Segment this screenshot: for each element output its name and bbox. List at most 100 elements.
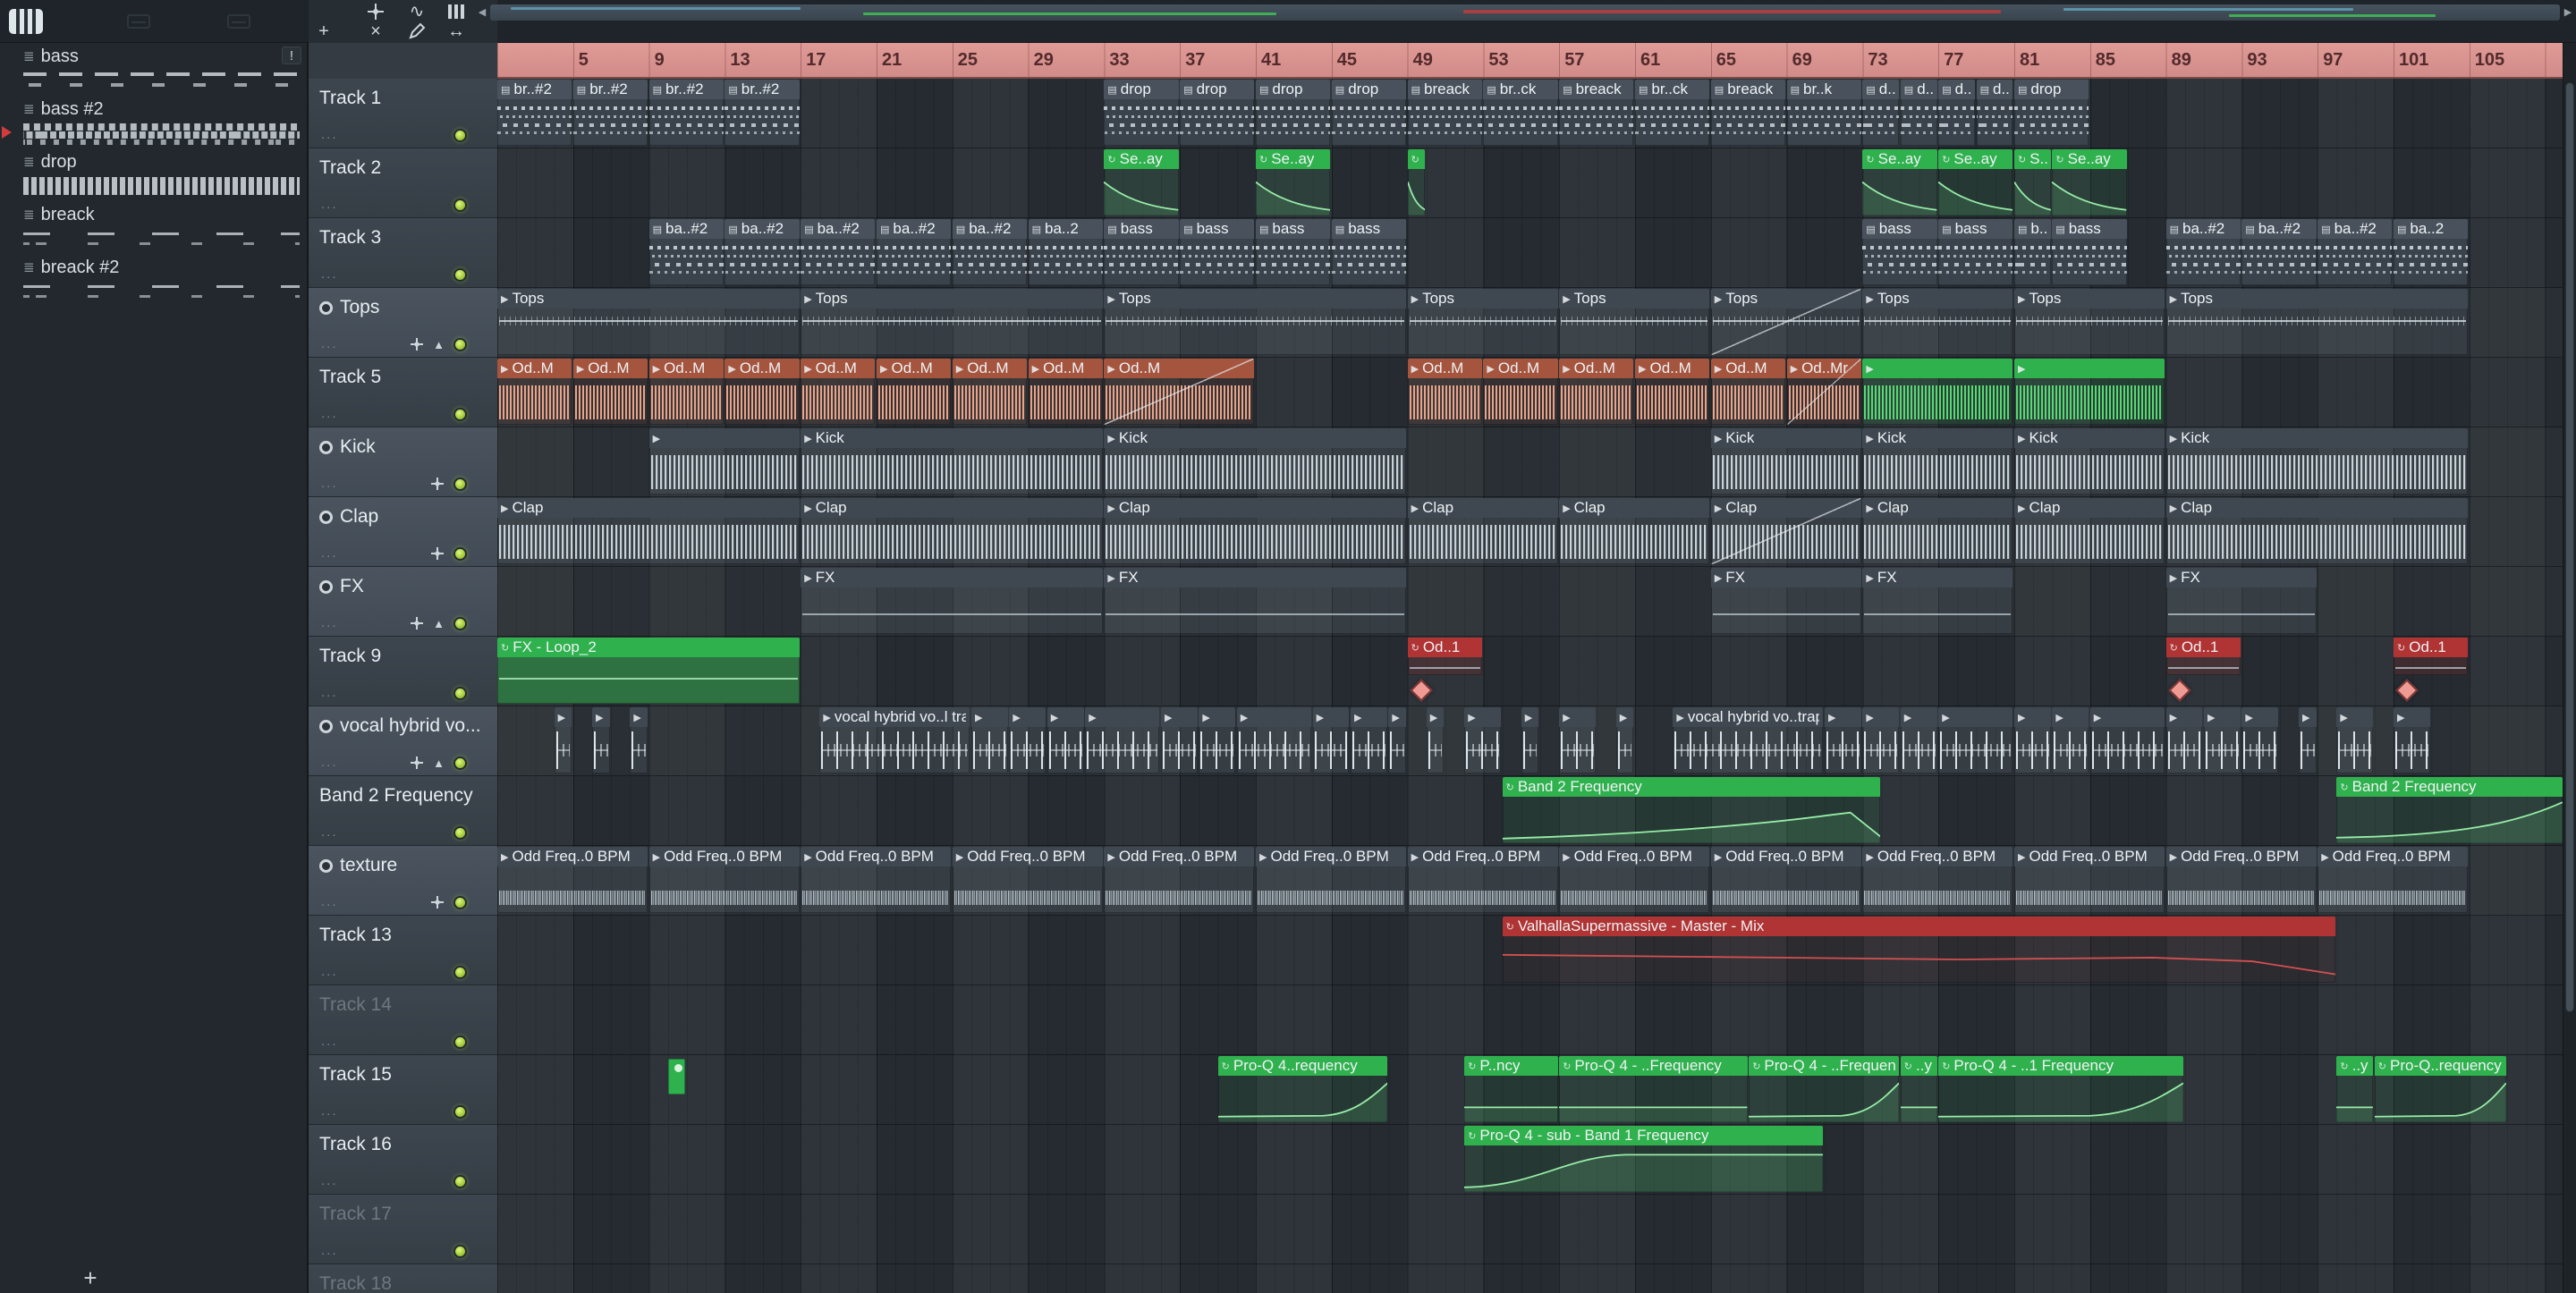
playlist-window-icon[interactable] [9, 9, 43, 34]
picker-add-button[interactable]: + [77, 1266, 104, 1289]
audio-clip[interactable]: ▶ FX [801, 568, 1103, 634]
pattern-clip[interactable]: ▤ br..#2 [497, 80, 572, 146]
audio-clip[interactable]: ▶ FX [1710, 568, 1861, 634]
scroll-left-arrow[interactable]: ◀ [476, 4, 488, 21]
automation-clip[interactable]: ↻ ..y [2336, 1056, 2374, 1122]
track-header[interactable]: Tops... ▲ [309, 288, 497, 358]
audio-orange-clip[interactable]: ▶ Od..M [1483, 359, 1558, 425]
pattern-clip[interactable]: ▤ drop [1180, 80, 1255, 146]
automation-clip[interactable]: ↻ ..y [1900, 1056, 1937, 1122]
automation-clip[interactable]: ↻Pro-Q 4 - ..Frequency [1749, 1056, 1900, 1122]
pattern-clip[interactable]: ▤ bass [1256, 219, 1331, 285]
pattern-clip[interactable]: ▤ ba..#2 [2241, 219, 2317, 285]
track-led[interactable] [453, 268, 467, 282]
audio-clip[interactable]: ▶ [630, 707, 648, 773]
pattern-clip[interactable]: ▤ br..#2 [648, 80, 724, 146]
automation-clip[interactable]: ↻ Se..ay [1938, 149, 2013, 216]
track-led[interactable] [453, 337, 467, 351]
pattern-clip[interactable]: ▤ br..ck [1483, 80, 1558, 146]
automation-clip[interactable]: ↻ Pro-Q 4..requency [1217, 1056, 1387, 1122]
audio-clip[interactable]: ▶ Kick [801, 428, 1103, 494]
audio-clip[interactable]: ▶ [2165, 707, 2203, 773]
audio-orange-clip[interactable]: ▶ Od..M [1104, 359, 1255, 425]
audio-orange-clip[interactable]: ▶ Od..M [497, 359, 572, 425]
audio-clip[interactable]: ▶ Odd Freq..0 BPM [1407, 847, 1558, 913]
stretch-tool-icon[interactable]: ↔ [445, 21, 468, 41]
track-header[interactable]: Band 2 Frequency... [309, 776, 497, 846]
scrollbar-thumb[interactable] [2565, 82, 2574, 1012]
track-controls-icon[interactable] [410, 337, 424, 351]
audio-clip[interactable]: ▶ Tops [1559, 289, 1710, 355]
collapse-arrow-icon[interactable]: ▲ [433, 617, 445, 630]
playlist-track-row[interactable]: ▶ Clap ▶ Clap ▶ Clap ▶ Clap ▶ Clap ▶ Clap ▶ Clap ▶ Clap… [497, 497, 2563, 567]
pattern-clip[interactable]: ▤ drop [1331, 80, 1407, 146]
audio-clip[interactable]: ▶ [1009, 707, 1046, 773]
add-pattern-button[interactable]: + [312, 21, 335, 41]
track-led[interactable] [453, 1245, 467, 1258]
automation-clip[interactable]: ↻ Se..ay [1862, 149, 1937, 216]
automation-clip[interactable]: ↻ Band 2 Frequency [2336, 777, 2563, 843]
audio-clip[interactable]: ▶ [1312, 707, 1350, 773]
automation-clip[interactable]: ↻ Pro-Q 4 - ..1 Frequency [1938, 1056, 2184, 1122]
audio-clip[interactable]: ▶ [1521, 707, 1539, 773]
audio-clip[interactable]: ▶ Odd Freq..0 BPM [1256, 847, 1407, 913]
audio-clip[interactable]: ▶ [1351, 707, 1387, 773]
red-clip[interactable]: ↻ Od..1 [1407, 638, 1482, 702]
track-controls-icon[interactable] [430, 477, 445, 491]
audio-clip[interactable]: ▶ [2204, 707, 2241, 773]
pattern-clip[interactable]: ▤ bass [1180, 219, 1255, 285]
playlist-track-row[interactable]: ↻ Pro-Q 4 - sub - Band 1 Frequency [497, 1125, 2563, 1195]
audio-orange-clip[interactable]: ▶ Od..Mr [1786, 359, 1861, 425]
pattern-clip[interactable]: ▤d..p [1938, 80, 1976, 146]
audio-clip[interactable]: ▶ Tops [1407, 289, 1558, 355]
pattern-clip[interactable]: ▤ ba..2 [1028, 219, 1103, 285]
track-led[interactable] [453, 687, 467, 700]
scroll-right-arrow[interactable]: ▶ [2562, 4, 2574, 21]
track-controls-icon[interactable] [410, 756, 424, 770]
pattern-clip[interactable]: ▤ drop [2014, 80, 2089, 146]
pattern-clip[interactable]: ▤ br..#2 [572, 80, 648, 146]
automation-clip[interactable]: ↻Pro-Q 4 - ..Frequency [1559, 1056, 1748, 1122]
audio-orange-clip[interactable]: ▶ Od..M [648, 359, 724, 425]
track-header[interactable]: Kick... [309, 427, 497, 497]
green-clip-clip[interactable]: ↻ FX - Loop_2 [497, 638, 800, 704]
audio-clip[interactable]: ▶ Odd Freq..0 BPM [1862, 847, 2013, 913]
pattern-clip[interactable]: ▤ bass [1104, 219, 1179, 285]
track-header[interactable]: Track 5... [309, 358, 497, 427]
red-clip[interactable]: ↻ Od..1 [2394, 638, 2469, 702]
picker-item[interactable]: ≣ breack #2 [0, 254, 307, 307]
track-led[interactable] [453, 199, 467, 212]
playlist-track-row[interactable]: ▶ Od..M ▶ Od..M ▶ Od..M ▶ Od..M ▶ Od..M ▶ Od..M ▶ Od.… [497, 358, 2563, 427]
track-header[interactable]: Track 1... [309, 79, 497, 148]
picker-sort-icon[interactable] [227, 14, 250, 29]
audio-clip[interactable]: ▶ [971, 707, 1008, 773]
audio-clip[interactable]: ▶ Tops [801, 289, 1103, 355]
audio-clip[interactable]: ▶ Clap [801, 498, 1103, 564]
pattern-clip[interactable]: ▤ drop [1104, 80, 1179, 146]
audio-clip[interactable]: ▶ [2089, 707, 2165, 773]
audio-clip[interactable]: ▶ [1046, 707, 1084, 773]
automation-clip[interactable]: ↻ Se..ay [2052, 149, 2127, 216]
audio-clip[interactable]: ▶ [592, 707, 610, 773]
picker-item[interactable]: ≣ drop [0, 148, 307, 201]
audio-clip[interactable]: ▶ Kick [1710, 428, 1861, 494]
track-led[interactable] [453, 1175, 467, 1188]
track-led[interactable] [453, 826, 467, 840]
audio-clip[interactable]: ▶ Odd Freq..0 BPM [1710, 847, 1861, 913]
automation-clip[interactable]: ↻ Se..ay [1256, 149, 1331, 216]
automation-clip[interactable]: ↻ Pro-Q 4 - sub - Band 1 Frequency [1464, 1126, 1824, 1192]
audio-clip[interactable]: ▶ [2014, 707, 2051, 773]
slip-tool-icon[interactable]: ∿ [405, 2, 428, 21]
audio-orange-clip[interactable]: ▶ Od..M [877, 359, 952, 425]
audio-clip[interactable]: ▶ [1900, 707, 1937, 773]
track-header[interactable]: Track 2... [309, 148, 497, 218]
audio-clip[interactable]: ▶ Tops [1710, 289, 1861, 355]
playlist-track-row[interactable] [497, 1264, 2563, 1293]
audio-clip[interactable]: ▶ [648, 428, 800, 494]
audio-clip[interactable]: ▶ Clap [1407, 498, 1558, 564]
pattern-clip[interactable]: ▤ ba..2 [2394, 219, 2469, 285]
draw-tool-icon[interactable] [405, 21, 428, 41]
pattern-clip[interactable]: ▤ br..ck [1635, 80, 1710, 146]
playlist-track-row[interactable]: ▶ Tops ▶ Tops ▶ Tops ▶ Tops ▶ Tops ▶ Tops ▶ Tops ▶ Tops… [497, 288, 2563, 358]
audio-clip[interactable]: ▶ Kick [1862, 428, 2013, 494]
